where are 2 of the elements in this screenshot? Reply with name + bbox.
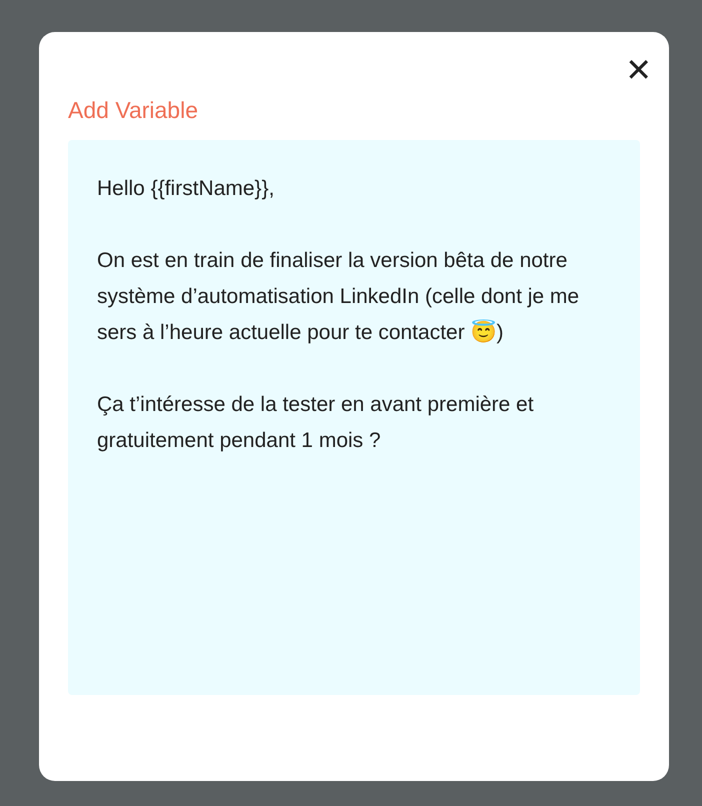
message-field[interactable]: Hello {{firstName}}, On est en train de finaliser la version bêta de notre système d’automatisation LinkedIn (celle dont je me sers à l’heure actuelle pour te contacter 😇) Ça t’intéresse de la tester en avant première et gratuitement pendant 1 mois ? [68,140,640,695]
close-button[interactable]: ✕ [621,50,656,90]
